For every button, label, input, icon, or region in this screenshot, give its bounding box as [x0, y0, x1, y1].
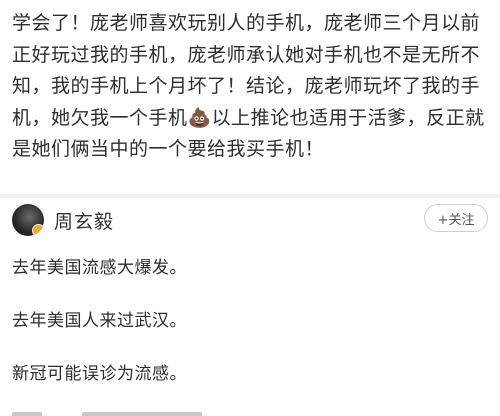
follow-button[interactable]: +关注	[424, 204, 488, 232]
cut-off-glyph	[12, 412, 42, 416]
comment-line: 去年美国流感大爆发。	[12, 258, 187, 278]
comment-author-row: 周玄毅 +关注	[0, 198, 500, 240]
comment-line: 去年美国人来过武汉。	[12, 311, 187, 331]
comment-body: 去年美国流感大爆发。 去年美国人来过武汉。 新冠可能误诊为流感。	[12, 254, 490, 413]
post-body-text: 学会了！庞老师喜欢玩别人的手机，庞老师三个月以前正好玩过我的手机，庞老师承认她对…	[12, 12, 485, 160]
cut-off-glyph	[82, 412, 202, 416]
verified-badge-icon	[32, 224, 44, 236]
cut-off-text-line	[12, 404, 222, 416]
author-name[interactable]: 周玄毅	[54, 207, 114, 234]
weibo-post-screen: 学会了！庞老师喜欢玩别人的手机，庞老师三个月以前正好玩过我的手机，庞老师承认她对…	[0, 0, 500, 416]
comment-line: 新冠可能误诊为流感。	[12, 364, 187, 384]
avatar[interactable]	[12, 204, 44, 236]
